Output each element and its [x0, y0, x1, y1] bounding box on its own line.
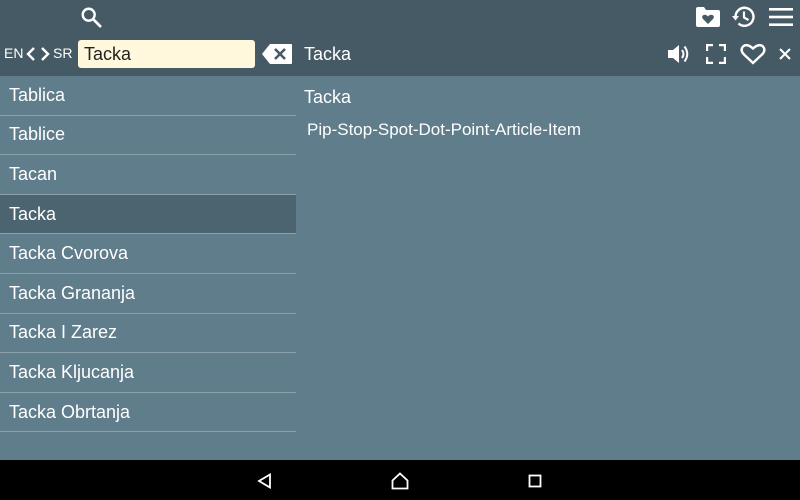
home-nav-icon[interactable]	[390, 471, 410, 491]
list-item[interactable]: Tablice	[0, 116, 296, 156]
favorites-folder-icon[interactable]	[694, 4, 722, 30]
list-item[interactable]: Tablica	[0, 76, 296, 116]
heart-icon[interactable]	[739, 42, 767, 66]
list-item[interactable]: Tacka Obrtanja	[0, 393, 296, 433]
detail-word: Tacka	[304, 87, 352, 107]
recents-nav-icon[interactable]	[525, 471, 545, 491]
list-item[interactable]: Tacka Cvorova	[0, 234, 296, 274]
search-field[interactable]	[78, 40, 255, 68]
back-nav-icon[interactable]	[255, 471, 275, 491]
forward-arrow-icon[interactable]	[39, 45, 51, 63]
system-nav-bar	[0, 460, 800, 500]
search-icon[interactable]	[78, 4, 104, 30]
list-item[interactable]: Tacka I Zarez	[0, 314, 296, 354]
clear-icon[interactable]	[261, 42, 293, 66]
detail-definition: Pip-Stop-Spot-Dot-Point-Article-Item	[307, 120, 581, 139]
target-language-label[interactable]: SR	[53, 45, 72, 61]
app-bar: EN SR Tacka	[0, 0, 800, 76]
list-item[interactable]: Tacka Grananja	[0, 274, 296, 314]
list-item[interactable]: Tacka Kljucanja	[0, 353, 296, 393]
history-icon[interactable]	[730, 3, 758, 31]
list-item[interactable]: Tacan	[0, 155, 296, 195]
close-icon[interactable]	[777, 46, 793, 62]
fullscreen-icon[interactable]	[705, 43, 727, 65]
word-list: Tablica Tablice Tacan Tacka Tacka Cvorov…	[0, 76, 296, 433]
speaker-icon[interactable]	[666, 42, 692, 66]
source-language-label[interactable]: EN	[4, 45, 23, 61]
current-word-title: Tacka	[304, 44, 352, 64]
menu-icon[interactable]	[768, 5, 794, 29]
search-input[interactable]	[78, 40, 255, 68]
list-item-selected[interactable]: Tacka	[0, 194, 296, 235]
back-arrow-icon[interactable]	[25, 45, 37, 63]
